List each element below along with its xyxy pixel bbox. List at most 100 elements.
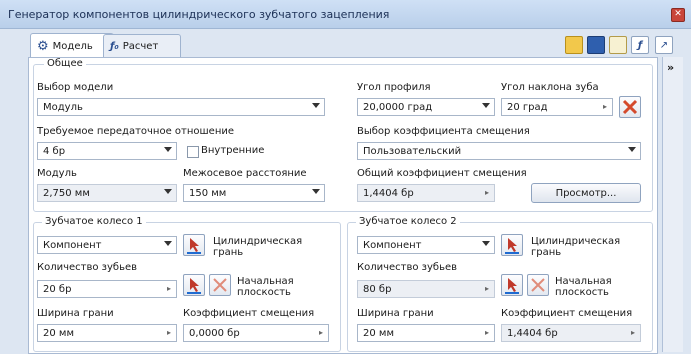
chevron-down-icon (312, 189, 320, 194)
expand-strip[interactable]: » (662, 57, 683, 352)
chevron-right-icon: ▸ (602, 102, 607, 111)
chevron-down-icon (164, 147, 172, 152)
pressure-angle-label: Угол профиля (357, 82, 431, 93)
chevron-right-icon: ▸ (318, 328, 323, 337)
select-arrow-icon (505, 238, 519, 254)
model-select-label: Выбор модели (37, 82, 114, 93)
chevron-down-icon (312, 103, 320, 108)
total-shift-value: 1,4404 бр (363, 187, 414, 199)
module-label: Модуль (37, 168, 77, 179)
clear-red-icon (622, 99, 638, 115)
model-select-value: Модуль (43, 101, 83, 113)
select-arrow-icon (187, 238, 201, 254)
pressure-angle-select[interactable]: 20,0000 град (357, 98, 495, 116)
double-chevron-icon: » (667, 61, 675, 74)
ratio-select[interactable]: 4 бр (37, 142, 177, 160)
tab-model-label: Модель (52, 40, 93, 52)
gear2-face-width-field[interactable]: 20 мм ▸ (357, 324, 495, 342)
helix-angle-field[interactable]: 20 град ▸ (501, 98, 613, 116)
gear2-plane-select-button[interactable] (501, 274, 523, 296)
preview-button[interactable]: Просмотр... (531, 183, 641, 203)
clear-red-icon (213, 278, 227, 292)
gear2-plane-clear-button[interactable] (527, 274, 549, 296)
shift-select-label: Выбор коэффициента смещения (357, 126, 530, 137)
select-arrow-icon (187, 278, 201, 294)
shift-select-value: Пользовательский (363, 145, 462, 157)
folder-open-icon[interactable] (565, 36, 583, 54)
center-distance-value: 150 мм (189, 187, 227, 199)
ratio-value: 4 бр (43, 145, 66, 157)
module-select[interactable]: 2,750 мм (37, 184, 177, 202)
model-panel: Общее Выбор модели Модуль Требуемое пере… (28, 57, 658, 354)
total-shift-label: Общий коэффициент смещения (357, 168, 527, 179)
formula-icon: ƒ₀ (110, 40, 119, 52)
gear2-teeth-label: Количество зубьев (357, 262, 458, 273)
gear1-face-width-field[interactable]: 20 мм ▸ (37, 324, 177, 342)
gear2-plane-label: Начальная плоскость (555, 276, 612, 298)
tab-calc[interactable]: ƒ₀ Расчет (103, 34, 181, 57)
gear1-plane-clear-button[interactable] (209, 274, 231, 296)
gear2-cyl-face-label: Цилиндрическая грань (531, 236, 621, 258)
gear2-shift-value: 1,4404 бр (507, 327, 558, 339)
helix-angle-label: Угол наклона зуба (501, 82, 599, 93)
gear2-face-width-label: Ширина грани (357, 308, 434, 319)
common-title: Общее (44, 58, 86, 69)
gear1-face-width-label: Ширина грани (37, 308, 114, 319)
gear1-plane-select-button[interactable] (183, 274, 205, 296)
gear2-type-value: Компонент (363, 239, 422, 251)
gear1-title: Зубчатое колесо 1 (42, 216, 146, 227)
gear1-cyl-face-button[interactable] (183, 234, 205, 256)
window-title: Генератор компонентов цилиндрического зу… (8, 8, 390, 21)
center-distance-select[interactable]: 150 мм (183, 184, 325, 202)
model-select[interactable]: Модуль (37, 98, 325, 116)
select-arrow-icon (505, 278, 519, 294)
gear1-shift-label: Коэффициент смещения (183, 308, 315, 319)
shift-select[interactable]: Пользовательский (357, 142, 641, 160)
chevron-right-icon: ▸ (630, 328, 635, 337)
gear1-type-value: Компонент (43, 239, 102, 251)
tab-model[interactable]: ⚙ Модель (30, 33, 114, 58)
gear2-shift-field[interactable]: 1,4404 бр ▸ (501, 324, 641, 342)
gear1-face-width-value: 20 мм (43, 327, 74, 339)
internal-checkbox[interactable] (187, 146, 199, 158)
gear2-shift-label: Коэффициент смещения (501, 308, 633, 319)
chevron-down-icon (164, 189, 172, 194)
gear2-teeth-field[interactable]: 80 бр ▸ (357, 280, 495, 298)
save-icon[interactable] (587, 36, 605, 54)
window-titlebar: Генератор компонентов цилиндрического зу… (0, 0, 691, 29)
close-icon[interactable]: ✕ (671, 8, 685, 22)
pressure-angle-value: 20,0000 град (363, 101, 433, 113)
gear1-teeth-field[interactable]: 20 бр ▸ (37, 280, 177, 298)
formula-toolbar-icon[interactable]: ƒ (631, 36, 649, 54)
chevron-down-icon (628, 147, 636, 152)
chevron-right-icon: ▸ (484, 284, 489, 293)
gear1-teeth-label: Количество зубьев (37, 262, 138, 273)
total-shift-field[interactable]: 1,4404 бр ▸ (357, 184, 495, 202)
chevron-right-icon: ▸ (484, 328, 489, 337)
chevron-right-icon: ▸ (484, 188, 489, 197)
tab-strip: ⚙ Модель ƒ₀ Расчет ƒ ↗ (0, 28, 691, 58)
gear1-cyl-face-label: Цилиндрическая грань (213, 236, 303, 258)
ratio-label: Требуемое передаточное отношение (37, 126, 235, 137)
internal-label: Внутренние (201, 145, 265, 156)
clear-helix-button[interactable] (619, 96, 641, 118)
gear2-cyl-face-button[interactable] (501, 234, 523, 256)
clear-red-icon (531, 278, 545, 292)
help-icon[interactable]: ↗ (655, 36, 673, 54)
table-icon[interactable] (609, 36, 627, 54)
chevron-down-icon (482, 241, 490, 246)
chevron-down-icon (164, 241, 172, 246)
chevron-right-icon: ▸ (166, 284, 171, 293)
gear1-type-select[interactable]: Компонент (37, 236, 177, 254)
chevron-right-icon: ▸ (166, 328, 171, 337)
tab-calc-label: Расчет (122, 40, 159, 52)
gear2-type-select[interactable]: Компонент (357, 236, 495, 254)
gear2-title: Зубчатое колесо 2 (356, 216, 460, 227)
gear2-face-width-value: 20 мм (363, 327, 394, 339)
gear1-teeth-value: 20 бр (43, 283, 72, 295)
gear1-shift-field[interactable]: 0,0000 бр ▸ (183, 324, 329, 342)
helix-angle-value: 20 град (507, 101, 548, 113)
module-value: 2,750 мм (43, 187, 90, 199)
gear1-shift-value: 0,0000 бр (189, 327, 240, 339)
gear2-teeth-value: 80 бр (363, 283, 392, 295)
